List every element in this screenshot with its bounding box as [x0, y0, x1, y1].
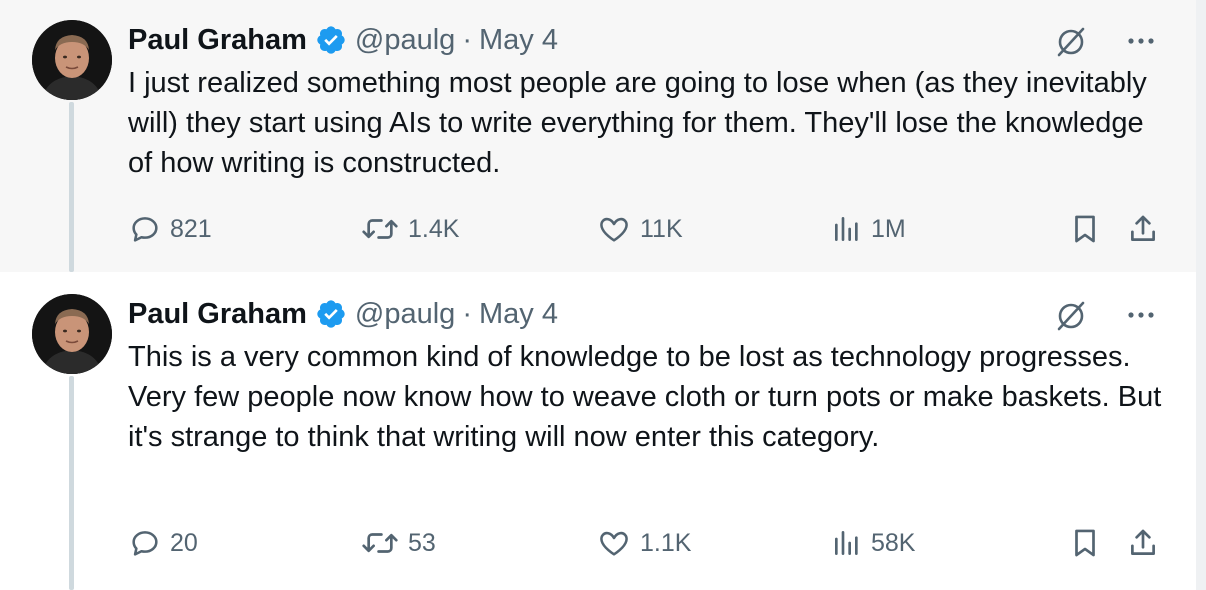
bookmark-button[interactable] [1068, 209, 1110, 249]
reply-icon [132, 531, 158, 556]
retweet-icon [362, 533, 398, 553]
heart-icon [600, 217, 628, 242]
like-button[interactable]: 11K [596, 209, 683, 249]
separator-dot: · [462, 23, 472, 56]
views-icon [835, 531, 858, 555]
views-count: 58K [871, 528, 916, 557]
author-handle[interactable]: @paulg [355, 298, 455, 331]
reply-button[interactable]: 821 [128, 209, 212, 249]
tweet[interactable]: Paul Graham @paulg · May 4 This is a ver… [0, 272, 1206, 590]
tweet-header: Paul Graham @paulg · May 4 [128, 296, 558, 332]
author-handle[interactable]: @paulg [355, 24, 455, 57]
bookmark-icon [1075, 215, 1095, 243]
author-name[interactable]: Paul Graham [128, 24, 307, 57]
like-count: 11K [640, 214, 683, 243]
author-name[interactable]: Paul Graham [128, 298, 307, 331]
tweet-date[interactable]: May 4 [479, 24, 558, 57]
heart-icon [600, 531, 628, 556]
tweet[interactable]: Paul Graham @paulg · May 4 I just realiz… [0, 0, 1206, 272]
share-icon [1131, 215, 1155, 241]
bookmark-button[interactable] [1068, 523, 1110, 563]
views-button[interactable]: 1M [831, 209, 906, 249]
avatar[interactable] [32, 20, 112, 100]
reply-count: 20 [170, 528, 198, 557]
avatar-photo [32, 294, 112, 374]
bookmark-icon [1075, 529, 1095, 557]
retweet-button[interactable]: 1.4K [360, 209, 459, 249]
grok-icon[interactable] [1054, 24, 1088, 58]
share-icon [1131, 529, 1155, 555]
more-icon[interactable] [1124, 24, 1158, 58]
retweet-button[interactable]: 53 [360, 523, 436, 563]
tweet-actions: 20 53 1.1K 58K [128, 523, 1168, 563]
avatar-photo [32, 20, 112, 100]
tweet-actions: 821 1.4K 11K 1M [128, 209, 1168, 249]
grok-icon[interactable] [1054, 298, 1088, 332]
share-button[interactable] [1126, 209, 1168, 249]
tweet-date[interactable]: May 4 [479, 298, 558, 331]
scrollbar-track[interactable] [1196, 0, 1206, 590]
avatar[interactable] [32, 294, 112, 374]
tweet-thread: Paul Graham @paulg · May 4 I just realiz… [0, 0, 1206, 590]
views-count: 1M [871, 214, 906, 243]
like-count: 1.1K [640, 528, 692, 557]
reply-count: 821 [170, 214, 212, 243]
retweet-count: 53 [408, 528, 436, 557]
tweet-header: Paul Graham @paulg · May 4 [128, 22, 558, 58]
like-button[interactable]: 1.1K [596, 523, 691, 563]
views-button[interactable]: 58K [831, 523, 915, 563]
tweet-text: This is a very common kind of knowledge … [128, 341, 1162, 453]
share-button[interactable] [1126, 523, 1168, 563]
reply-icon [132, 217, 158, 242]
views-icon [835, 217, 858, 241]
separator-dot: · [462, 297, 472, 330]
thread-connector-line [69, 376, 74, 590]
tweet-text: I just realized something most people ar… [128, 67, 1147, 179]
verified-badge-icon[interactable] [315, 24, 347, 56]
retweet-count: 1.4K [408, 214, 460, 243]
retweet-icon [362, 219, 398, 239]
more-icon[interactable] [1124, 298, 1158, 332]
reply-button[interactable]: 20 [128, 523, 198, 563]
verified-badge-icon[interactable] [315, 298, 347, 330]
thread-connector-line [69, 102, 74, 272]
